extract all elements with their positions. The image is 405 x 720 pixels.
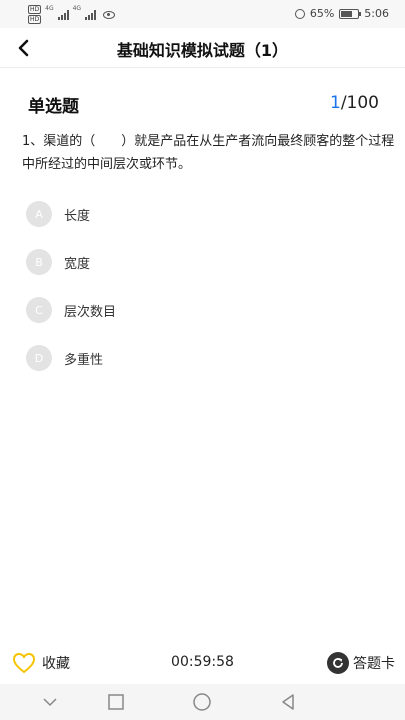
option-letter: C <box>26 297 52 323</box>
options-list: A 长度 B 宽度 C 层次数目 D 多重性 <box>26 190 386 382</box>
chevron-down-icon[interactable] <box>40 692 60 712</box>
question-type: 单选题 <box>28 97 79 117</box>
question-text: 1、渠道的（ ）就是产品在从生产者流向最终顾客的整个过程中所经过的中间层次或环节… <box>22 134 395 172</box>
option-text: 多重性 <box>64 352 104 368</box>
total-questions: /100 <box>340 93 379 113</box>
option-b[interactable]: B 宽度 <box>26 238 386 286</box>
circle-icon[interactable] <box>192 692 212 712</box>
refresh-icon <box>327 652 349 674</box>
battery-percent: 65% <box>309 7 335 20</box>
system-nav-bar <box>0 684 405 720</box>
sim1-label: HD <box>28 5 42 14</box>
option-a[interactable]: A 长度 <box>26 190 386 238</box>
signal-icon <box>57 9 69 20</box>
option-text: 长度 <box>64 208 91 224</box>
square-icon[interactable] <box>106 692 126 712</box>
answer-card-label: 答题卡 <box>353 656 395 672</box>
network2-label: 4G <box>72 5 82 12</box>
answer-card-button[interactable]: 答题卡 <box>327 652 395 674</box>
option-text: 层次数目 <box>64 304 117 320</box>
option-letter: D <box>26 345 52 371</box>
signal-icon-2 <box>85 9 97 20</box>
option-c[interactable]: C 层次数目 <box>26 286 386 334</box>
current-question-number: 1 <box>329 93 341 113</box>
status-bar: HD HD 4G 4G 65% 5:06 <box>0 0 405 28</box>
sim2-label: HD <box>28 15 42 24</box>
alarm-icon <box>294 8 305 19</box>
triangle-back-icon[interactable] <box>278 692 298 712</box>
network1-label: 4G <box>45 5 54 12</box>
clock: 5:06 <box>364 7 389 20</box>
option-letter: A <box>26 201 52 227</box>
eye-icon <box>103 10 116 19</box>
question-counter: 1/100 <box>330 93 379 113</box>
battery-fill <box>341 10 352 17</box>
status-right: 65% 5:06 <box>294 7 389 20</box>
page-title: 基础知识模拟试题（1） <box>116 41 289 60</box>
option-d[interactable]: D 多重性 <box>26 334 386 382</box>
option-text: 宽度 <box>64 256 91 272</box>
sim-indicators: HD HD <box>28 5 42 24</box>
header: 基础知识模拟试题（1） <box>0 28 405 68</box>
status-left: HD HD 4G 4G <box>28 5 116 24</box>
option-letter: B <box>26 249 52 275</box>
bottom-bar: 收藏 00:59:58 答题卡 <box>0 642 405 682</box>
battery-icon <box>339 8 362 19</box>
